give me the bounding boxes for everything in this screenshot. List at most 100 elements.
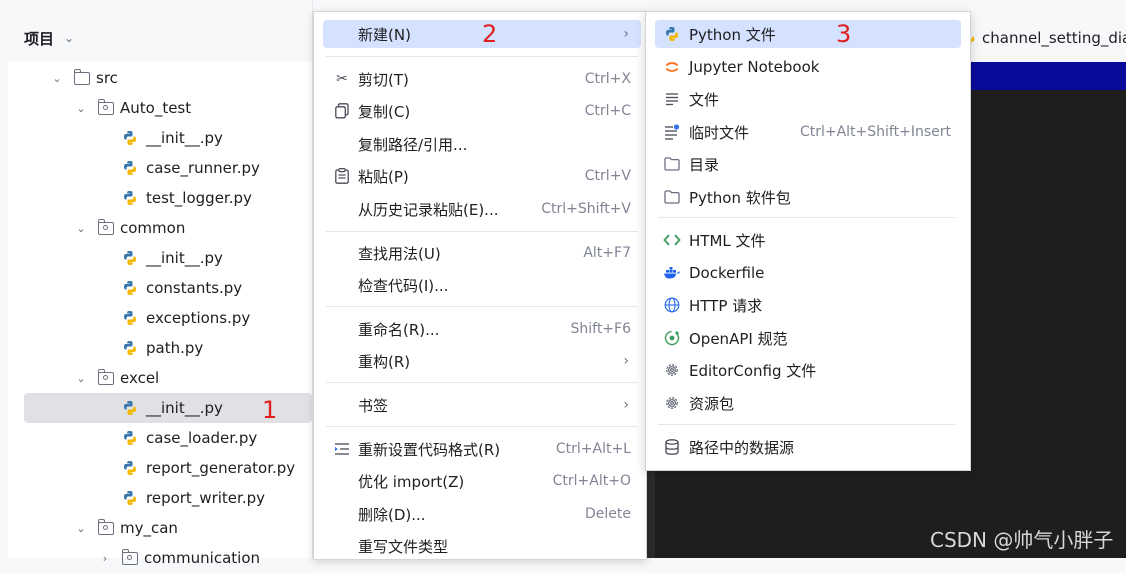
submenu-item-scratch-file[interactable]: 临时文件 Ctrl+Alt+Shift+Insert (655, 118, 961, 146)
openapi-icon (663, 329, 681, 347)
menu-item-paste-history[interactable]: 从历史记录粘贴(E)... Ctrl+Shift+V (323, 195, 641, 223)
package-icon (97, 218, 114, 235)
submenu-item-jupyter[interactable]: Jupyter Notebook (655, 53, 961, 81)
tree-package-excel[interactable]: ⌄ excel (8, 363, 312, 393)
project-panel: 项目 ⌄ ⌄ src ⌄ Auto_test __init__.py case_… (0, 0, 313, 567)
tree-package-my-can[interactable]: ⌄ my_can (8, 513, 312, 543)
menu-item-shortcut: Ctrl+X (584, 71, 631, 87)
submenu-item-file[interactable]: 文件 (655, 85, 961, 113)
menu-item-label: 路径中的数据源 (689, 438, 795, 457)
menu-item-label: Dockerfile (689, 264, 765, 282)
tree-package-common[interactable]: ⌄ common (8, 213, 312, 243)
tree-file[interactable]: exceptions.py (8, 303, 312, 333)
menu-item-delete[interactable]: 删除(D)... Delete (323, 500, 641, 528)
menu-item-label: Jupyter Notebook (689, 58, 820, 76)
tree-item-label: common (120, 219, 186, 237)
tree-item-label: __init__.py (146, 399, 223, 417)
gear-icon (663, 361, 681, 379)
chevron-down-icon[interactable]: ⌄ (50, 71, 64, 85)
submenu-item-http-request[interactable]: HTTP 请求 (655, 291, 961, 319)
menu-item-cut[interactable]: ✂ 剪切(T) Ctrl+X (323, 65, 641, 93)
project-tree: ⌄ src ⌄ Auto_test __init__.py case_runne… (8, 62, 312, 567)
tree-item-label: constants.py (146, 279, 243, 297)
tree-file[interactable]: report_writer.py (8, 483, 312, 513)
python-file-icon (124, 491, 136, 505)
tree-file[interactable]: __init__.py (8, 123, 312, 153)
menu-item-label: 从历史记录粘贴(E)... (358, 200, 499, 219)
reformat-icon (333, 440, 351, 458)
menu-item-inspect-code[interactable]: 检查代码(I)... (323, 271, 641, 299)
chevron-down-icon[interactable]: ⌄ (74, 101, 88, 115)
menu-item-refactor[interactable]: 重构(R) › (323, 347, 641, 375)
package-icon (97, 368, 114, 385)
submenu-item-python-file[interactable]: Python 文件 (655, 20, 961, 48)
menu-item-copy-path[interactable]: 复制路径/引用... (323, 130, 641, 158)
tree-item-label: exceptions.py (146, 309, 251, 327)
tree-file[interactable]: report_generator.py (8, 453, 312, 483)
menu-item-copy[interactable]: 复制(C) Ctrl+C (323, 97, 641, 125)
python-file-icon (124, 341, 136, 355)
python-icon (663, 25, 681, 43)
menu-item-label: 重命名(R)... (358, 320, 440, 339)
tree-item-label: path.py (146, 339, 204, 357)
submenu-item-data-source-in-path[interactable]: 路径中的数据源 (655, 433, 961, 461)
python-file-icon (124, 161, 136, 175)
project-panel-header[interactable]: 项目 ⌄ (24, 24, 74, 52)
package-icon (97, 518, 114, 535)
gear-icon (663, 394, 681, 412)
menu-item-shortcut: Ctrl+C (584, 103, 631, 119)
submenu-item-directory[interactable]: 目录 (655, 150, 961, 178)
chevron-down-icon[interactable]: ⌄ (64, 31, 74, 45)
menu-item-label: 重新设置代码格式(R) (358, 440, 501, 459)
menu-item-optimize-imports[interactable]: 优化 import(Z) Ctrl+Alt+O (323, 467, 641, 495)
menu-item-shortcut: Shift+F6 (570, 321, 631, 337)
submenu-item-python-package[interactable]: Python 软件包 (655, 183, 961, 211)
python-file-icon (124, 191, 136, 205)
menu-item-override-file-type[interactable]: 重写文件类型 (323, 532, 641, 560)
chevron-right-icon[interactable]: › (98, 551, 112, 565)
tree-file[interactable]: __init__.py (8, 243, 312, 273)
tree-item-label: case_loader.py (146, 429, 258, 447)
menu-item-label: HTTP 请求 (689, 296, 763, 315)
menu-item-find-usages[interactable]: 查找用法(U) Alt+F7 (323, 239, 641, 267)
chevron-down-icon[interactable]: ⌄ (74, 221, 88, 235)
tree-file[interactable]: constants.py (8, 273, 312, 303)
tree-file[interactable]: path.py (8, 333, 312, 363)
python-file-icon (124, 431, 136, 445)
tree-file[interactable]: case_loader.py (8, 423, 312, 453)
menu-item-label: 文件 (689, 90, 720, 109)
chevron-right-icon: › (623, 353, 629, 369)
tree-file[interactable]: test_logger.py (8, 183, 312, 213)
menu-item-shortcut: Ctrl+V (584, 168, 631, 184)
python-file-icon (124, 131, 136, 145)
tree-folder-src[interactable]: ⌄ src (8, 63, 312, 93)
chevron-down-icon[interactable]: ⌄ (74, 521, 88, 535)
chevron-right-icon: › (623, 397, 629, 413)
menu-item-rename[interactable]: 重命名(R)... Shift+F6 (323, 315, 641, 343)
copy-icon (333, 102, 351, 120)
menu-item-reformat-code[interactable]: 重新设置代码格式(R) Ctrl+Alt+L (323, 435, 641, 463)
menu-item-label: EditorConfig 文件 (689, 361, 817, 380)
menu-separator (326, 382, 638, 383)
editor-tab[interactable]: channel_setting_dial (962, 26, 1126, 50)
menu-item-shortcut: Ctrl+Alt+L (555, 441, 631, 457)
menu-item-label: 检查代码(I)... (358, 276, 449, 295)
tree-item-label: __init__.py (146, 129, 223, 147)
submenu-item-editorconfig[interactable]: EditorConfig 文件 (655, 356, 961, 384)
submenu-item-resource-bundle[interactable]: 资源包 (655, 389, 961, 417)
menu-separator (326, 306, 638, 307)
context-menu: 新建(N) › ✂ 剪切(T) Ctrl+X 复制(C) Ctrl+C 复制路径… (313, 11, 647, 560)
tree-package-communication[interactable]: › communication (8, 543, 312, 573)
tree-package-auto-test[interactable]: ⌄ Auto_test (8, 93, 312, 123)
submenu-item-dockerfile[interactable]: Dockerfile (655, 259, 961, 287)
menu-item-paste[interactable]: 粘贴(P) Ctrl+V (323, 162, 641, 190)
editor-header-stripe (969, 62, 1126, 90)
submenu-item-openapi[interactable]: OpenAPI 规范 (655, 324, 961, 352)
scratch-file-icon (663, 123, 681, 141)
chevron-down-icon[interactable]: ⌄ (74, 371, 88, 385)
submenu-item-html-file[interactable]: HTML 文件 (655, 226, 961, 254)
tree-file[interactable]: case_runner.py (8, 153, 312, 183)
menu-item-label: 优化 import(Z) (358, 472, 465, 491)
menu-item-label: 临时文件 (689, 123, 750, 142)
menu-item-bookmarks[interactable]: 书签 › (323, 391, 641, 419)
